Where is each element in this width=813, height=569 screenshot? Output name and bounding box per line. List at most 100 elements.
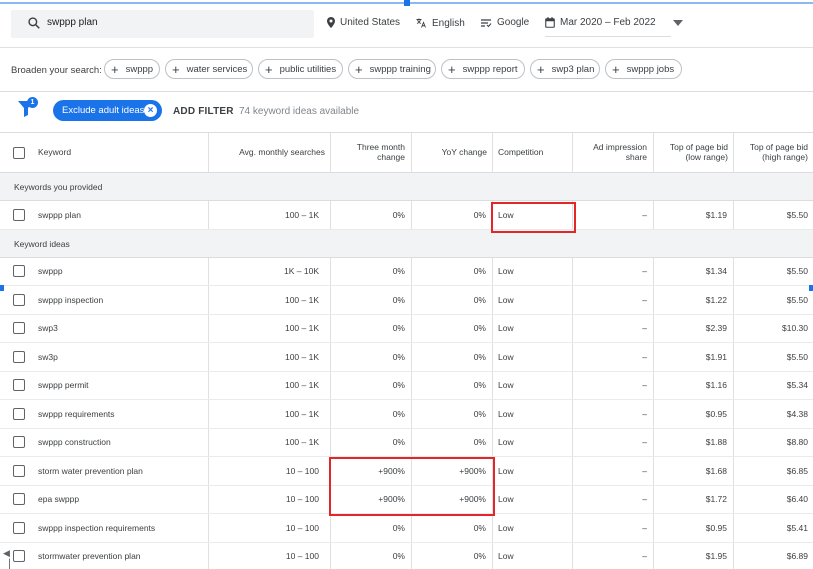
language-selector[interactable]: English xyxy=(415,17,465,29)
table-row[interactable]: epa swppp 10 – 100 +900% +900% Low – $1.72 $6.4… xyxy=(0,485,813,514)
cell-ad-share: – xyxy=(572,400,653,428)
broaden-label: Broaden your search: xyxy=(11,65,102,76)
column-keyword[interactable]: Keyword xyxy=(30,133,208,173)
cell-low-bid: $1.22 xyxy=(653,286,733,314)
cell-high-bid: $5.41 xyxy=(733,514,813,542)
cell-yoy: 0% xyxy=(411,201,492,229)
table-row[interactable]: swppp plan 100 – 1K 0% 0% Low – $1.19 $5.50 xyxy=(0,201,813,230)
group-keyword-ideas: Keyword ideas xyxy=(0,229,813,258)
cell-competition: Low xyxy=(492,343,572,371)
row-checkbox[interactable] xyxy=(13,521,25,534)
cell-three-month: 0% xyxy=(330,428,411,456)
select-all-checkbox[interactable] xyxy=(13,147,25,159)
cell-keyword: sw3p xyxy=(38,351,58,362)
row-checkbox[interactable] xyxy=(13,493,25,506)
table-row[interactable]: swp3 100 – 1K 0% 0% Low – $2.39 $10.30 xyxy=(0,314,813,343)
column-three-month-change[interactable]: Three month change xyxy=(330,133,411,173)
broaden-chip-swppp-report[interactable]: + swppp report xyxy=(441,59,525,79)
cell-ad-share: – xyxy=(572,428,653,456)
broaden-chip-swppp[interactable]: + swppp xyxy=(104,59,160,79)
cell-ad-share: – xyxy=(572,201,653,229)
table-row[interactable]: swppp inspection requirements 10 – 100 0% 0… xyxy=(0,514,813,543)
cell-high-bid: $4.38 xyxy=(733,400,813,428)
broaden-chip-swppp-training[interactable]: + swppp training xyxy=(348,59,436,79)
scroll-left-icon[interactable]: ◀ ▕ xyxy=(3,548,13,569)
cell-keyword: swppp permit xyxy=(38,380,89,391)
table-row[interactable]: sw3p 100 – 1K 0% 0% Low – $1.91 $5.50 xyxy=(0,343,813,372)
keyword-table: Keyword Avg. monthly searches Three mont… xyxy=(0,132,813,569)
cell-yoy: 0% xyxy=(411,314,492,342)
exclude-adult-ideas-chip[interactable]: Exclude adult ideas × xyxy=(53,100,162,121)
cell-low-bid: $2.39 xyxy=(653,314,733,342)
plus-icon: + xyxy=(265,61,273,77)
cell-ad-share: – xyxy=(572,514,653,542)
column-ad-impression-share[interactable]: Ad impression share xyxy=(572,133,653,173)
cell-three-month: 0% xyxy=(330,542,411,569)
cell-avg: 100 – 1K xyxy=(208,286,330,314)
cell-keyword: swppp inspection xyxy=(38,294,104,305)
group-label: Keywords you provided xyxy=(14,182,103,192)
date-range-selector[interactable]: Mar 2020 – Feb 2022 xyxy=(545,17,683,28)
plus-icon: + xyxy=(612,61,620,77)
chip-label: swppp jobs xyxy=(626,63,675,75)
row-checkbox[interactable] xyxy=(13,208,25,221)
broaden-chip-water-services[interactable]: + water services xyxy=(165,59,253,79)
cell-competition: Low xyxy=(492,428,572,456)
broaden-chip-swppp-jobs[interactable]: + swppp jobs xyxy=(605,59,682,79)
column-top-bid-low[interactable]: Top of page bid (low range) xyxy=(653,133,733,173)
column-yoy-change[interactable]: YoY change xyxy=(411,133,492,173)
cell-keyword: swppp construction xyxy=(38,437,111,448)
row-checkbox[interactable] xyxy=(13,464,25,477)
calendar-icon xyxy=(545,17,555,28)
cell-low-bid: $1.72 xyxy=(653,485,733,513)
cell-low-bid: $1.91 xyxy=(653,343,733,371)
cell-competition: Low xyxy=(492,514,572,542)
plus-icon: + xyxy=(537,61,545,77)
column-top-bid-high[interactable]: Top of page bid (high range) xyxy=(733,133,813,173)
translate-icon xyxy=(416,18,426,28)
ideas-available-text: 74 keyword ideas available xyxy=(239,106,360,117)
language-label: English xyxy=(432,17,465,29)
search-input[interactable]: swppp plan xyxy=(11,10,314,38)
row-checkbox[interactable] xyxy=(13,350,25,363)
table-row[interactable]: swppp requirements 100 – 1K 0% 0% Low – $0.95 $… xyxy=(0,400,813,429)
cell-keyword: swppp plan xyxy=(38,209,82,220)
cell-keyword: swppp requirements xyxy=(38,408,115,419)
row-checkbox[interactable] xyxy=(13,293,25,306)
column-competition[interactable]: Competition xyxy=(492,133,572,173)
row-checkbox[interactable] xyxy=(13,407,25,420)
cell-three-month: 0% xyxy=(330,286,411,314)
table-row[interactable]: swppp inspection 100 – 1K 0% 0% Low – $1.22 $5.… xyxy=(0,286,813,315)
plus-icon: + xyxy=(355,61,363,77)
table-row[interactable]: stormwater prevention plan 10 – 100 0% 0% Lo… xyxy=(0,542,813,569)
table-row[interactable]: swppp construction 100 – 1K 0% 0% Low – $1.88 $… xyxy=(0,428,813,457)
broaden-chip-public-utilities[interactable]: + public utilities xyxy=(258,59,343,79)
cell-competition: Low xyxy=(492,257,572,285)
network-selector[interactable]: Google xyxy=(480,17,529,28)
cell-low-bid: $1.88 xyxy=(653,428,733,456)
cell-low-bid: $1.95 xyxy=(653,542,733,569)
row-checkbox[interactable] xyxy=(13,322,25,335)
cell-competition: Low xyxy=(492,201,572,229)
table-row[interactable]: swppp permit 100 – 1K 0% 0% Low – $1.16 $5.34 xyxy=(0,371,813,400)
cell-avg: 100 – 1K xyxy=(208,428,330,456)
column-avg-monthly-searches[interactable]: Avg. monthly searches xyxy=(208,133,330,173)
row-checkbox[interactable] xyxy=(13,379,25,392)
table-row[interactable]: storm water prevention plan 10 – 100 +900%… xyxy=(0,457,813,486)
cell-avg: 100 – 1K xyxy=(208,314,330,342)
cell-ad-share: – xyxy=(572,343,653,371)
cell-avg: 10 – 100 xyxy=(208,542,330,569)
chip-label: water services xyxy=(186,63,248,75)
row-checkbox[interactable] xyxy=(13,436,25,449)
idea-rows: swppp 1K – 10K 0% 0% Low – $1.34 $5.50 swppp ins… xyxy=(0,257,813,569)
broaden-chip-swp3-plan[interactable]: + swp3 plan xyxy=(530,59,600,79)
close-icon[interactable]: × xyxy=(144,104,157,117)
row-checkbox[interactable] xyxy=(13,265,25,278)
cell-three-month: 0% xyxy=(330,314,411,342)
add-filter-button[interactable]: ADD FILTER xyxy=(173,106,234,117)
cell-low-bid: $0.95 xyxy=(653,400,733,428)
location-selector[interactable]: United States xyxy=(327,17,400,28)
table-row[interactable]: swppp 1K – 10K 0% 0% Low – $1.34 $5.50 xyxy=(0,257,813,286)
row-checkbox[interactable] xyxy=(13,550,25,563)
cell-three-month: 0% xyxy=(330,400,411,428)
